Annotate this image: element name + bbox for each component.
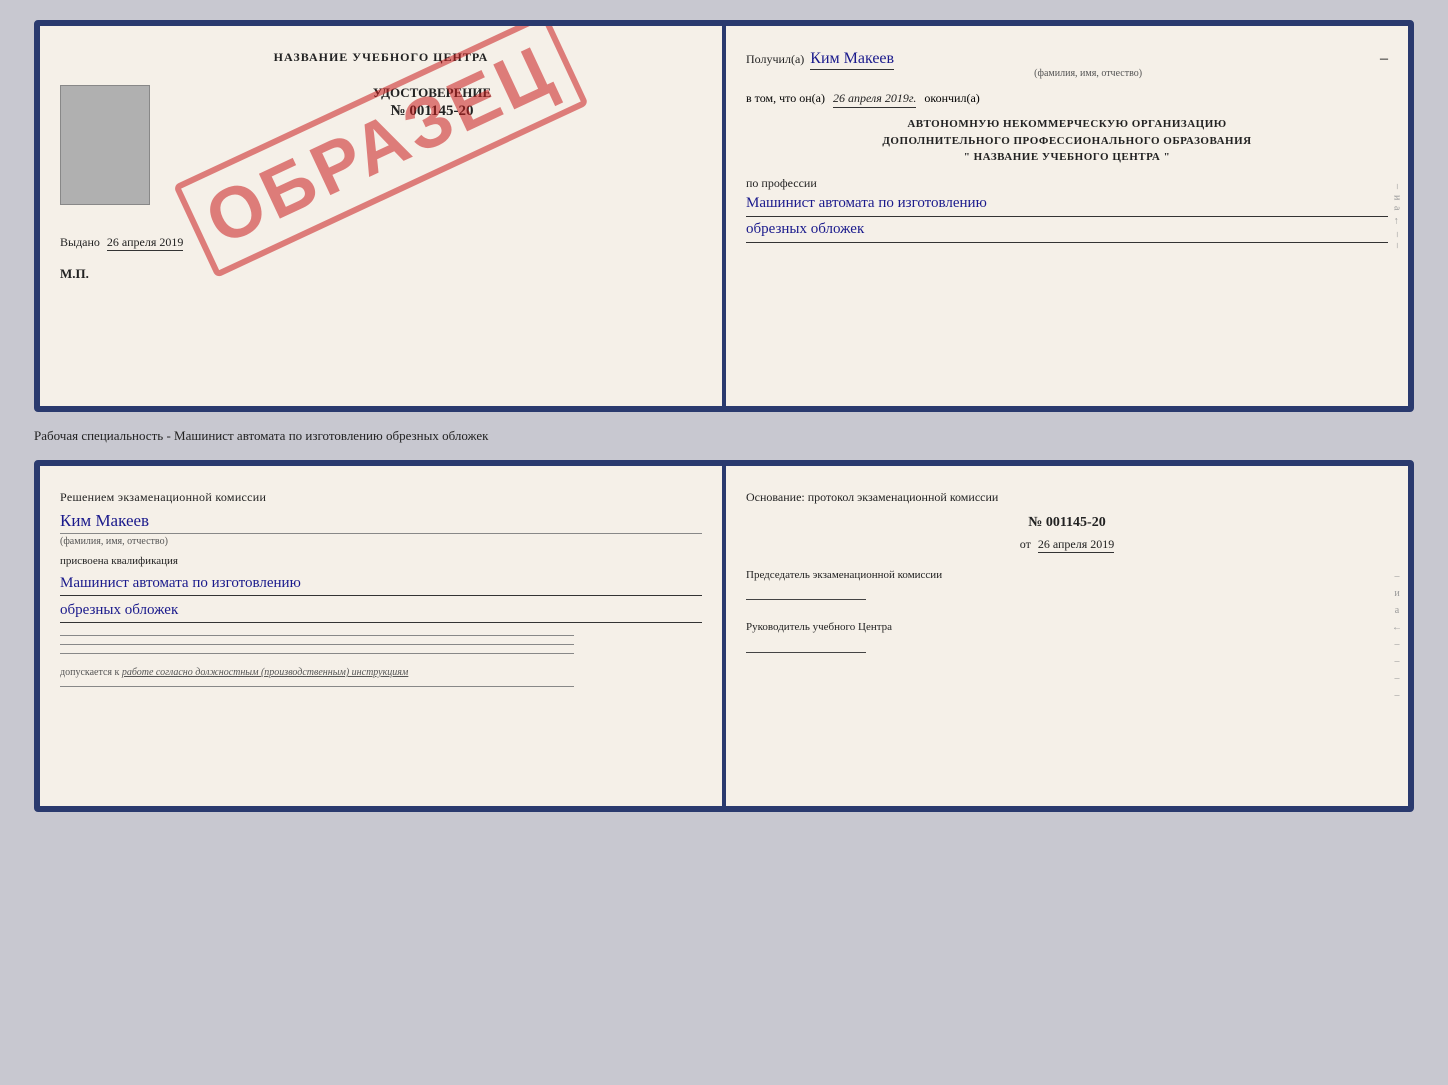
top-left-page: НАЗВАНИЕ УЧЕБНОГО ЦЕНТРА УДОСТОВЕРЕНИЕ №… <box>40 26 726 406</box>
training-center-title: НАЗВАНИЕ УЧЕБНОГО ЦЕНТРА <box>60 50 702 65</box>
strip-char-1: – <box>1392 184 1403 189</box>
org-line2: ДОПОЛНИТЕЛЬНОГО ПРОФЕССИОНАЛЬНОГО ОБРАЗО… <box>746 133 1388 150</box>
vtom-label: в том, что он(а) <box>746 91 825 106</box>
sig-line-2 <box>60 644 574 645</box>
rukovod-sig-line <box>746 652 866 653</box>
strip-char-4: ← <box>1392 216 1403 226</box>
kvalif-line1: Машинист автомата по изготовлению <box>60 571 702 596</box>
bottom-right-strip: – и а ← – – – – <box>1386 466 1408 806</box>
strip-char-2: и <box>1392 195 1403 200</box>
bottom-fio-sub: (фамилия, имя, отчество) <box>60 533 702 547</box>
komissia-title: Решением экзаменационной комиссии <box>60 490 702 505</box>
org-line1: АВТОНОМНУЮ НЕКОММЕРЧЕСКУЮ ОРГАНИЗАЦИЮ <box>746 116 1388 133</box>
top-right-page: Получил(а) Ким Макеев (фамилия, имя, отч… <box>726 26 1408 406</box>
strip-char-6: – <box>1392 243 1403 248</box>
professia-line2: обрезных обложек <box>746 219 1388 243</box>
dopusk-underline: работе согласно должностным (производств… <box>122 667 408 678</box>
top-document-pair: НАЗВАНИЕ УЧЕБНОГО ЦЕНТРА УДОСТОВЕРЕНИЕ №… <box>34 20 1414 412</box>
sig-line-3 <box>60 653 574 654</box>
mp-label: М.П. <box>60 266 702 282</box>
ot-date-block: от 26 апреля 2019 <box>746 537 1388 552</box>
middle-specialty-label: Рабочая специальность - Машинист автомат… <box>34 428 1414 444</box>
vydano-line: Выдано 26 апреля 2019 <box>60 235 702 250</box>
org-name: " НАЗВАНИЕ УЧЕБНОГО ЦЕНТРА " <box>746 149 1388 166</box>
recipient-name: Ким Макеев <box>810 50 894 70</box>
rukovod-label: Руководитель учебного Центра <box>746 620 1388 635</box>
professia-line1: Машинист автомата по изготовлению <box>746 193 1388 217</box>
b-strip-7: – <box>1395 673 1400 684</box>
chairman-label: Председатель экзаменационной комиссии <box>746 568 1388 583</box>
osnovanie-title: Основание: протокол экзаменационной коми… <box>746 490 1388 505</box>
ot-date: 26 апреля 2019 <box>1038 537 1114 553</box>
ot-label: от <box>1020 537 1031 551</box>
b-strip-4: ← <box>1392 622 1402 633</box>
vydano-label: Выдано <box>60 235 100 249</box>
bottom-left-page: Решением экзаменационной комиссии Ким Ма… <box>40 466 726 806</box>
org-block: АВТОНОМНУЮ НЕКОММЕРЧЕСКУЮ ОРГАНИЗАЦИЮ ДО… <box>746 116 1388 166</box>
kvalif-label: присвоена квалификация <box>60 555 702 567</box>
kvalif-line2: обрезных обложек <box>60 598 702 623</box>
okonchil-label: окончил(а) <box>924 91 979 106</box>
professia-label: по профессии <box>746 176 1388 191</box>
protocol-number: № 001145-20 <box>746 515 1388 531</box>
sig-line-4 <box>60 686 574 687</box>
udost-label: УДОСТОВЕРЕНИЕ <box>162 85 702 101</box>
strip-char-5: – <box>1392 232 1403 237</box>
dopusk-text: допускается к <box>60 667 119 678</box>
completion-date: 26 апреля 2019г. <box>833 91 916 108</box>
sig-line-1 <box>60 635 574 636</box>
b-strip-5: – <box>1395 639 1400 650</box>
poluchil-block: Получил(а) Ким Макеев (фамилия, имя, отч… <box>746 50 1388 79</box>
b-strip-3: а <box>1395 605 1399 616</box>
bottom-document-pair: Решением экзаменационной комиссии Ким Ма… <box>34 460 1414 812</box>
b-strip-8: – <box>1395 690 1400 701</box>
vtom-block: в том, что он(а) 26 апреля 2019г. окончи… <box>746 91 1388 108</box>
right-strip: – и а ← – – <box>1386 26 1408 406</box>
poluchil-label: Получил(а) <box>746 52 804 67</box>
b-strip-1: – <box>1395 571 1400 582</box>
b-strip-2: и <box>1394 588 1399 599</box>
bottom-right-page: Основание: протокол экзаменационной коми… <box>726 466 1408 806</box>
strip-char-3: а <box>1392 206 1403 210</box>
b-strip-6: – <box>1395 656 1400 667</box>
udost-info: УДОСТОВЕРЕНИЕ № 001145-20 <box>162 85 702 124</box>
dopusk-line: допускается к работе согласно должностны… <box>60 666 702 680</box>
photo-placeholder <box>60 85 150 205</box>
chairman-sig-line <box>746 599 866 600</box>
candidate-name: Ким Макеев <box>60 511 702 531</box>
udost-number: № 001145-20 <box>162 103 702 120</box>
vydano-date: 26 апреля 2019 <box>107 235 183 251</box>
